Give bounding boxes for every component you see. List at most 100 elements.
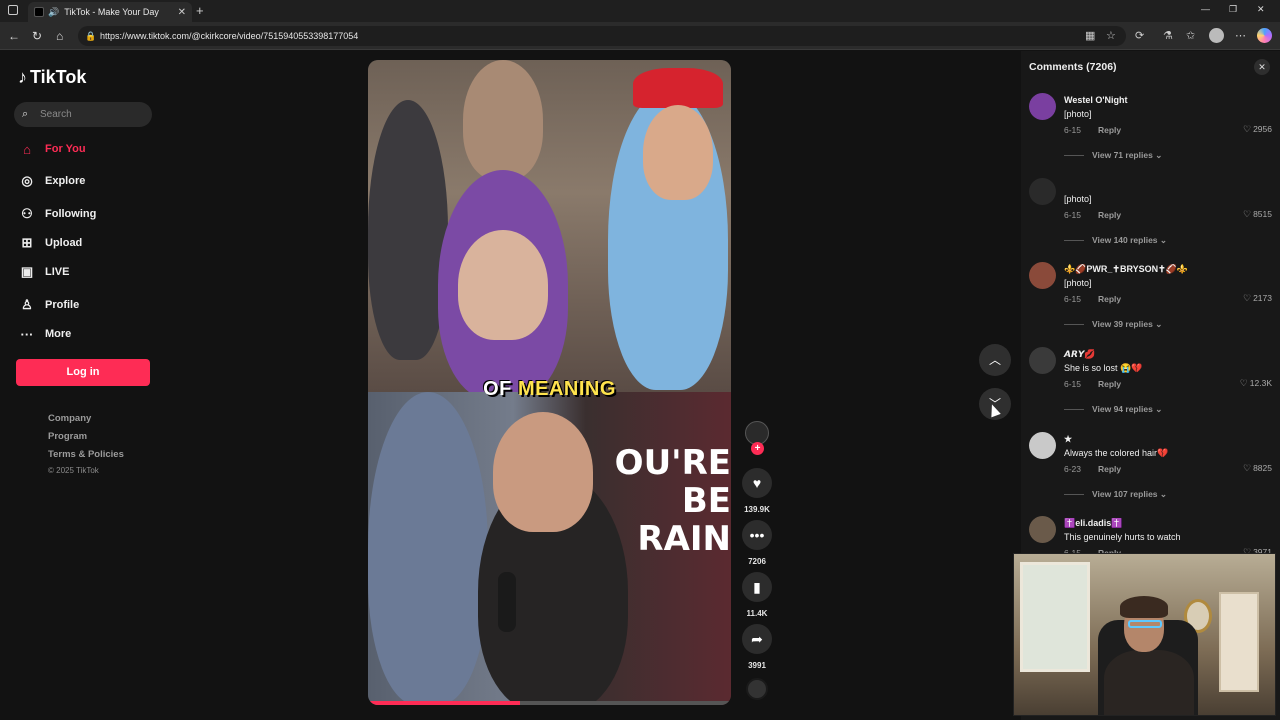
comment-count: 7206 xyxy=(748,557,766,566)
new-tab-icon[interactable]: + xyxy=(196,3,204,18)
copilot-icon[interactable] xyxy=(1257,28,1272,43)
login-button[interactable]: Log in xyxy=(16,359,150,386)
nav-item-explore[interactable]: ◎ Explore xyxy=(18,171,85,191)
comment-text: This genuinely hurts to watch xyxy=(1064,532,1181,542)
search-placeholder: Search xyxy=(40,109,72,120)
nav-item-profile[interactable]: ♙ Profile xyxy=(18,295,79,315)
site-info-icon[interactable]: 🔒 xyxy=(85,26,96,46)
reply-button[interactable]: Reply xyxy=(1098,210,1121,220)
music-disc-icon[interactable] xyxy=(746,678,768,700)
comment-avatar[interactable] xyxy=(1029,516,1056,543)
sidebar-toggle-icon[interactable] xyxy=(8,5,18,15)
refresh-tab-icon[interactable]: ⟳ xyxy=(1135,29,1144,42)
reply-button[interactable]: Reply xyxy=(1098,294,1121,304)
nav-item-upload[interactable]: ⊞ Upload xyxy=(18,233,83,253)
window-close-icon[interactable]: ✕ xyxy=(1257,4,1265,15)
comment-like-button[interactable]: ♡ 8515 xyxy=(1243,209,1272,220)
comment-avatar[interactable] xyxy=(1029,93,1056,120)
nav-label: More xyxy=(45,328,72,340)
extensions-icon[interactable]: ⚗ xyxy=(1163,29,1173,42)
comment-username[interactable]: ★ xyxy=(1064,434,1072,445)
comment-like-button[interactable]: ♡ 2956 xyxy=(1243,124,1272,135)
url-field[interactable]: 🔒 https://www.tiktok.com/@ckirkcore/vide… xyxy=(78,26,1126,46)
chevron-down-icon: ⌄ xyxy=(1159,235,1168,245)
browser-profile-avatar[interactable] xyxy=(1209,28,1224,43)
more-icon: ··· xyxy=(20,326,34,342)
restore-icon[interactable]: ❐ xyxy=(1229,4,1237,15)
footer-link-company[interactable]: Company xyxy=(48,413,124,431)
comment-like-button[interactable]: ♡ 12.3K xyxy=(1240,378,1272,389)
follow-plus-icon[interactable]: + xyxy=(751,442,764,455)
save-button[interactable]: ▮ xyxy=(742,572,772,602)
view-replies-button[interactable]: View 140 replies ⌄ xyxy=(1064,235,1167,246)
video-person xyxy=(368,100,448,360)
comment-avatar[interactable] xyxy=(1029,262,1056,289)
footer-link-program[interactable]: Program xyxy=(48,431,124,449)
tiktok-logo[interactable]: ♪ TikTok xyxy=(18,67,86,88)
live-icon: ▣ xyxy=(20,264,34,279)
nav-item-more[interactable]: ··· More xyxy=(18,324,72,344)
reply-button[interactable]: Reply xyxy=(1098,464,1121,474)
footer-links: Company Program Terms & Policies xyxy=(48,413,124,467)
favorites-icon[interactable]: ✩ xyxy=(1186,29,1195,42)
caption-highlight: MEANING xyxy=(517,378,616,400)
share-button[interactable]: ➦ xyxy=(742,624,772,654)
heart-outline-icon: ♡ xyxy=(1243,124,1252,134)
view-replies-label: View 71 replies xyxy=(1092,150,1153,160)
back-icon[interactable]: ← xyxy=(8,29,20,43)
chevron-down-icon: ⌄ xyxy=(1159,489,1168,499)
comment-avatar[interactable] xyxy=(1029,347,1056,374)
nav-label: Explore xyxy=(45,175,86,187)
view-replies-button[interactable]: View 71 replies ⌄ xyxy=(1064,150,1162,161)
search-icon: ⌕ xyxy=(22,108,29,120)
previous-video-button[interactable]: ︿ xyxy=(979,344,1011,376)
view-replies-label: View 140 replies xyxy=(1092,235,1158,245)
nav-item-live[interactable]: ▣ LIVE xyxy=(18,262,70,282)
browser-tab-bar: 🔊 TikTok - Make Your Day ✕ + — ❐ ✕ xyxy=(0,0,1280,22)
comment-like-button[interactable]: ♡ 8825 xyxy=(1243,463,1272,474)
like-button[interactable]: ♥ xyxy=(742,468,772,498)
reader-view-icon[interactable]: ▦ xyxy=(1085,29,1095,42)
heart-outline-icon: ♡ xyxy=(1239,378,1248,388)
comment-date: 6-23 xyxy=(1064,464,1082,474)
more-options-icon[interactable]: ⋯ xyxy=(1235,29,1246,42)
comment-like-button[interactable]: ♡ 2173 xyxy=(1243,293,1272,304)
tab-close-icon[interactable]: ✕ xyxy=(178,7,186,18)
browser-tab[interactable]: 🔊 TikTok - Make Your Day ✕ xyxy=(28,2,192,22)
comment-avatar[interactable] xyxy=(1029,432,1056,459)
chevron-down-icon: ⌄ xyxy=(1155,319,1163,329)
webcam-overlay xyxy=(1013,553,1276,716)
webcam-door xyxy=(1219,592,1259,692)
nav-item-following[interactable]: ⚇ Following xyxy=(18,204,96,224)
reply-button[interactable]: Reply xyxy=(1098,125,1121,135)
tiktok-favicon-icon xyxy=(34,7,44,17)
video-player[interactable]: OU'RE BE RAIN OF MEANING xyxy=(368,60,731,705)
video-face xyxy=(493,412,593,532)
divider xyxy=(1064,155,1084,157)
webcam-glasses xyxy=(1128,620,1162,628)
search-input[interactable]: ⌕ Search xyxy=(14,102,152,127)
comment-username[interactable]: 𝘼𝙍𝙔💋 xyxy=(1064,349,1096,360)
view-replies-button[interactable]: View 94 replies ⌄ xyxy=(1064,404,1162,415)
reply-button[interactable]: Reply xyxy=(1098,379,1121,389)
comment-avatar[interactable] xyxy=(1029,178,1056,205)
close-comments-icon[interactable]: ✕ xyxy=(1254,59,1270,75)
video-microphone xyxy=(498,572,516,632)
nav-item-for-you[interactable]: ⌂ For You xyxy=(18,139,85,159)
footer-link-terms[interactable]: Terms & Policies xyxy=(48,449,124,467)
view-replies-button[interactable]: View 39 replies ⌄ xyxy=(1064,319,1162,330)
refresh-icon[interactable]: ↻ xyxy=(32,29,42,43)
comment-button[interactable]: ••• xyxy=(742,520,772,550)
speaker-icon[interactable]: 🔊 xyxy=(48,7,59,18)
brand-name: TikTok xyxy=(30,67,87,87)
comment-username[interactable]: ✝️eli.dadis✝️ xyxy=(1064,518,1122,529)
comment-date: 6-15 xyxy=(1064,125,1082,135)
video-progress-bar[interactable] xyxy=(368,701,731,705)
comment-username[interactable]: Westel O'Night xyxy=(1064,95,1127,105)
home-browser-icon[interactable]: ⌂ xyxy=(56,29,63,43)
comment-username[interactable]: ⚜️🏈PWR_✝BRYSON✝🏈⚜️ xyxy=(1064,264,1188,275)
nav-label: Following xyxy=(45,208,97,220)
favorite-star-icon[interactable]: ☆ xyxy=(1106,29,1116,42)
view-replies-button[interactable]: View 107 replies ⌄ xyxy=(1064,489,1167,500)
minimize-icon[interactable]: — xyxy=(1201,4,1210,14)
